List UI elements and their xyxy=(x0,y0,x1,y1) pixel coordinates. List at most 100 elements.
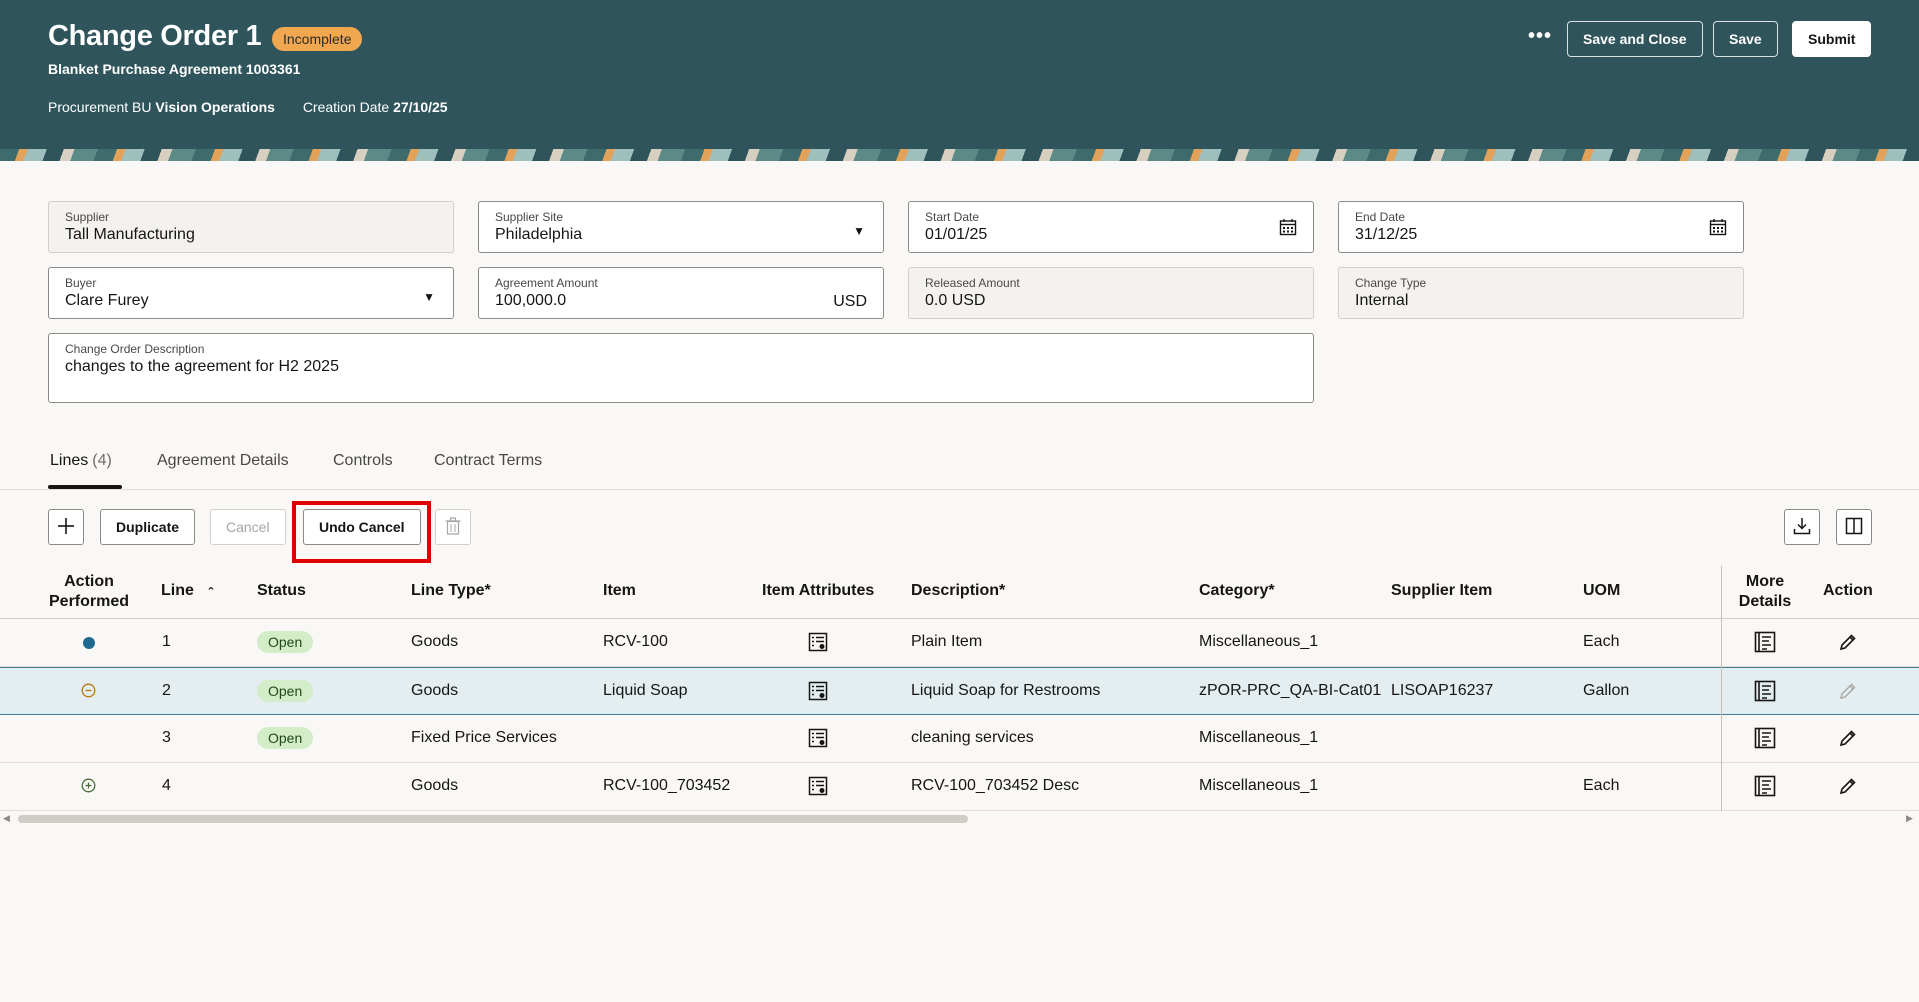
supplier-label: Supplier xyxy=(65,210,110,224)
edit-icon[interactable] xyxy=(1839,633,1857,651)
page-subtitle: Blanket Purchase Agreement 1003361 xyxy=(48,61,301,77)
cell-uom: Each xyxy=(1583,633,1620,650)
trash-icon xyxy=(445,516,461,535)
cell-line-type: Fixed Price Services xyxy=(411,729,557,746)
item-attributes-icon[interactable] xyxy=(808,728,828,748)
save-and-close-button[interactable]: Save and Close xyxy=(1567,21,1703,57)
col-description[interactable]: Description* xyxy=(911,582,1005,600)
col-status[interactable]: Status xyxy=(257,582,306,600)
more-details-icon[interactable] xyxy=(1754,775,1776,797)
duplicate-button[interactable]: Duplicate xyxy=(100,509,196,545)
tab-contract-terms[interactable]: Contract Terms xyxy=(434,452,542,470)
col-supplier-item[interactable]: Supplier Item xyxy=(1391,582,1492,600)
edit-icon[interactable] xyxy=(1839,777,1857,795)
col-item[interactable]: Item xyxy=(603,582,636,600)
more-details-icon[interactable] xyxy=(1754,680,1776,702)
col-category[interactable]: Category* xyxy=(1199,582,1275,600)
frozen-column-divider xyxy=(1721,566,1722,811)
buyer-select[interactable]: Buyer Clare Furey ▼ xyxy=(48,267,454,319)
delete-button[interactable] xyxy=(435,509,471,545)
add-line-button[interactable] xyxy=(48,509,84,545)
submit-button[interactable]: Submit xyxy=(1792,21,1872,57)
tab-lines[interactable]: Lines (4) xyxy=(50,452,112,470)
released-amount-field: Released Amount 0.0 USD xyxy=(908,267,1314,319)
calendar-icon[interactable] xyxy=(1709,218,1727,236)
more-details-icon[interactable] xyxy=(1754,727,1776,749)
page-header: Change Order 1 Incomplete Blanket Purcha… xyxy=(0,0,1919,149)
item-attributes-icon[interactable] xyxy=(808,632,828,652)
col-uom[interactable]: UOM xyxy=(1583,582,1620,600)
calendar-icon[interactable] xyxy=(1279,218,1297,236)
start-date-value: 01/01/25 xyxy=(925,226,988,243)
supplier-value: Tall Manufacturing xyxy=(65,226,195,243)
cancel-button[interactable]: Cancel xyxy=(210,509,286,545)
page-title: Change Order 1 xyxy=(48,20,262,52)
table-header: Action Performed Line ⌃ Status Line Type… xyxy=(0,566,1919,619)
cell-category: Miscellaneous_1 xyxy=(1199,633,1319,650)
col-action-performed[interactable]: Action Performed xyxy=(49,572,129,612)
released-amount-label: Released Amount xyxy=(925,276,1020,290)
cell-line-type: Goods xyxy=(411,633,459,650)
procurement-bu-value: Vision Operations xyxy=(155,99,275,115)
cell-line: 2 xyxy=(162,682,171,699)
tab-controls[interactable]: Controls xyxy=(333,452,393,470)
cell-item: Liquid Soap xyxy=(603,682,688,699)
end-date-value: 31/12/25 xyxy=(1355,226,1418,243)
table-row[interactable]: 3 Open Fixed Price Services cleaning ser… xyxy=(0,715,1919,763)
creation-date-value: 27/10/25 xyxy=(393,99,448,115)
agreement-amount-value: 100,000.0 xyxy=(495,292,567,309)
save-button[interactable]: Save xyxy=(1713,21,1778,57)
cell-category: Miscellaneous_1 xyxy=(1199,777,1319,794)
status-badge: Open xyxy=(257,631,314,653)
buyer-label: Buyer xyxy=(65,276,97,290)
export-button[interactable] xyxy=(1784,509,1820,545)
chevron-down-icon[interactable]: ▼ xyxy=(423,290,435,304)
col-action[interactable]: Action xyxy=(1823,582,1873,600)
columns-icon xyxy=(1845,517,1863,534)
end-date-field[interactable]: End Date 31/12/25 xyxy=(1338,201,1744,253)
start-date-label: Start Date xyxy=(925,210,980,224)
more-details-icon[interactable] xyxy=(1754,631,1776,653)
cell-description: RCV-100_703452 Desc xyxy=(911,777,1080,794)
more-actions-icon[interactable]: ••• xyxy=(1528,26,1551,50)
item-attributes-icon[interactable] xyxy=(808,681,828,701)
chevron-down-icon[interactable]: ▼ xyxy=(853,224,865,238)
description-value: changes to the agreement for H2 2025 xyxy=(65,358,339,375)
header-meta: Procurement BU Vision Operations Creatio… xyxy=(48,99,472,115)
plus-icon xyxy=(58,517,74,534)
start-date-field[interactable]: Start Date 01/01/25 xyxy=(908,201,1314,253)
creation-date: Creation Date 27/10/25 xyxy=(303,99,448,115)
table-row[interactable]: 4 Goods RCV-100_703452 RCV-100_703452 De… xyxy=(0,763,1919,811)
horizontal-scrollbar[interactable] xyxy=(18,815,968,823)
col-item-attributes[interactable]: Item Attributes xyxy=(762,582,874,600)
status-badge: Incomplete xyxy=(272,27,363,51)
change-order-description-field[interactable]: Change Order Description changes to the … xyxy=(48,333,1314,403)
col-line-type[interactable]: Line Type* xyxy=(411,582,491,600)
decorative-banner xyxy=(0,149,1919,161)
change-type-field: Change Type Internal xyxy=(1338,267,1744,319)
item-attributes-icon[interactable] xyxy=(808,776,828,796)
supplier-site-select[interactable]: Supplier Site Philadelphia ▼ xyxy=(478,201,884,253)
supplier-site-label: Supplier Site xyxy=(495,210,564,224)
col-line[interactable]: Line ⌃ xyxy=(161,582,216,600)
buyer-value: Clare Furey xyxy=(65,292,149,309)
col-more-details[interactable]: More Details xyxy=(1735,572,1795,612)
manage-columns-button[interactable] xyxy=(1836,509,1872,545)
cell-line: 3 xyxy=(162,729,171,746)
agreement-amount-label: Agreement Amount xyxy=(495,276,598,290)
cell-category: zPOR-PRC_QA-BI-Cat01 xyxy=(1199,682,1382,699)
table-row[interactable]: 2 Open Goods Liquid Soap Liquid Soap for… xyxy=(0,667,1919,715)
edit-icon[interactable] xyxy=(1839,729,1857,747)
supplier-site-value: Philadelphia xyxy=(495,226,583,243)
procurement-bu: Procurement BU Vision Operations xyxy=(48,99,279,115)
col-line-label: Line xyxy=(161,582,194,599)
agreement-amount-field[interactable]: Agreement Amount 100,000.0 USD xyxy=(478,267,884,319)
cell-line: 4 xyxy=(162,777,171,794)
tab-lines-count: (4) xyxy=(92,452,112,469)
tab-agreement-details[interactable]: Agreement Details xyxy=(157,452,289,470)
change-type-label: Change Type xyxy=(1355,276,1427,290)
scroll-right-icon[interactable]: ▶ xyxy=(1906,813,1913,824)
sort-ascending-icon[interactable]: ⌃ xyxy=(206,586,215,598)
scroll-left-icon[interactable]: ◀ xyxy=(3,813,10,824)
table-row[interactable]: 1 Open Goods RCV-100 Plain Item Miscella… xyxy=(0,619,1919,667)
